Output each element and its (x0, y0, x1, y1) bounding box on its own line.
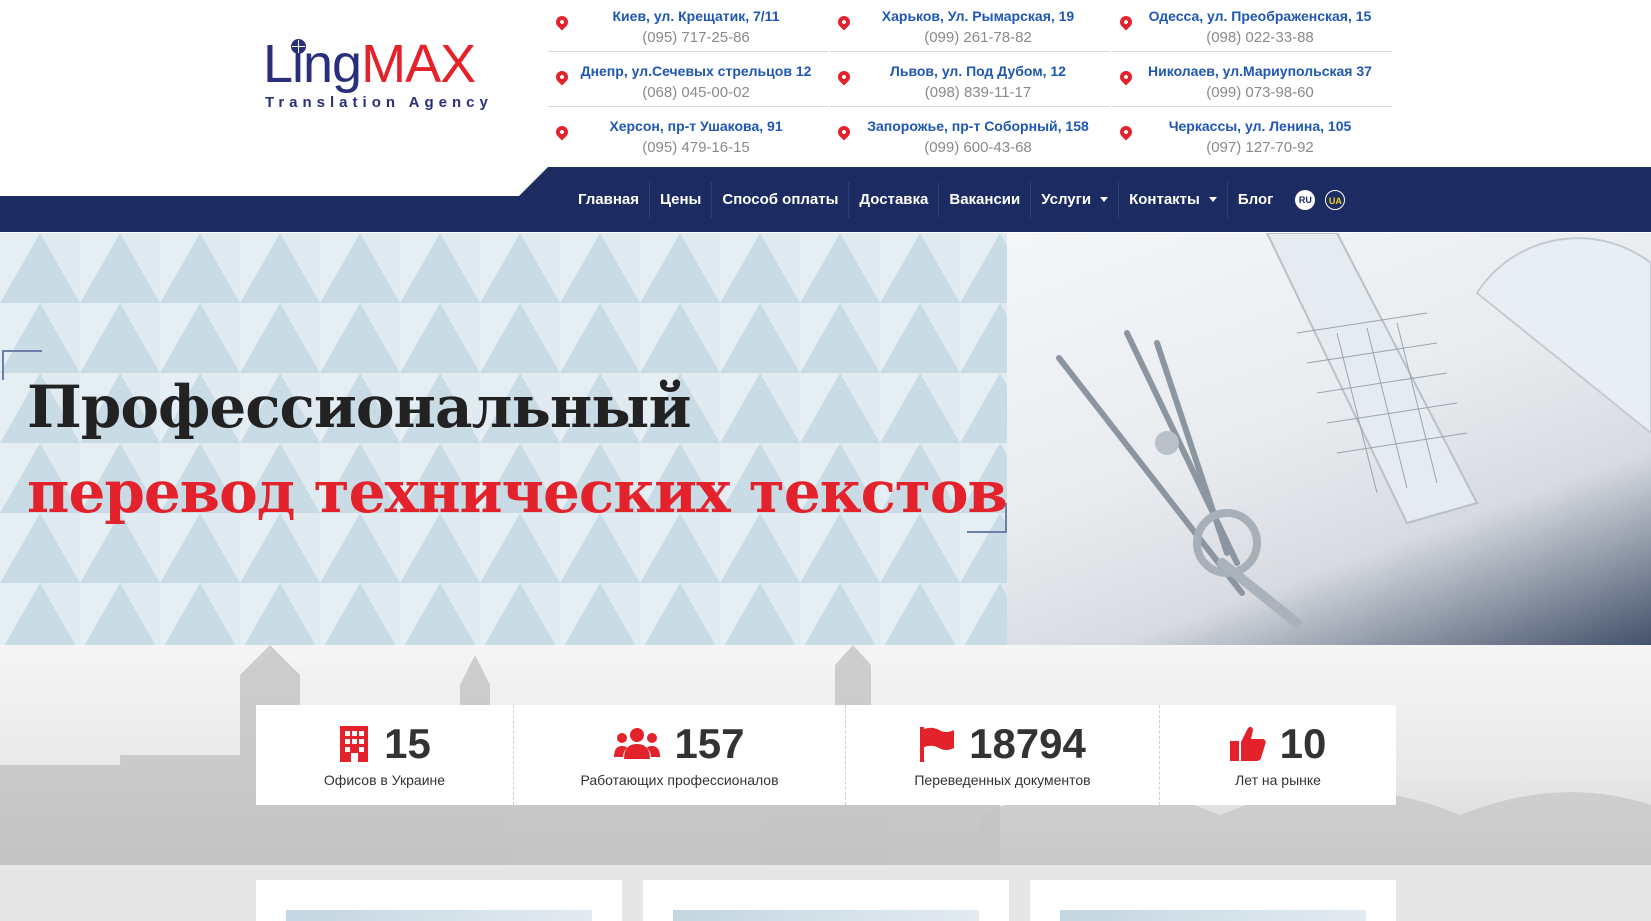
contact-phone[interactable]: (099) 073-98-60 (1112, 84, 1392, 101)
nav-delivery[interactable]: Доставка (849, 181, 940, 218)
contact-phone[interactable]: (097) 127-70-92 (1112, 139, 1392, 156)
contact-address[interactable]: Запорожье, пр-т Соборный, 158 (830, 118, 1110, 134)
nav-services[interactable]: Услуги (1031, 181, 1120, 218)
contact-cherkasy: Черкассы, ул. Ленина, 105 (097) 127-70-9… (1112, 110, 1392, 162)
globe-icon (291, 39, 306, 54)
nav-contacts-label: Контакты (1129, 190, 1200, 208)
stat-number: 10 (1279, 720, 1327, 767)
stat-years: 10 Лет на рынке (1160, 705, 1396, 805)
service-card[interactable] (256, 880, 622, 921)
building-icon (340, 726, 369, 762)
service-card-image (673, 910, 979, 921)
contact-phone[interactable]: (098) 022-33-88 (1112, 29, 1392, 46)
contact-address[interactable]: Львов, ул. Под Дубом, 12 (830, 63, 1110, 79)
stat-number: 15 (384, 720, 431, 767)
contact-address[interactable]: Киев, ул. Крещатик, 7/11 (548, 8, 828, 24)
contact-kharkiv: Харьков, Ул. Рымарская, 19 (099) 261-78-… (830, 0, 1110, 52)
service-card-image (1060, 910, 1366, 921)
hero-title-line2: перевод технических текстов (27, 458, 1007, 526)
contact-phone[interactable]: (099) 261-78-82 (830, 29, 1110, 46)
contact-address[interactable]: Днепр, ул.Сечевых стрельцов 12 (548, 63, 828, 79)
nav-payment[interactable]: Способ оплаты (712, 181, 850, 218)
chevron-down-icon (1100, 197, 1109, 202)
stat-label: Лет на рынке (1235, 772, 1321, 788)
hero-title-line1: Профессиональный (27, 373, 691, 441)
main-nav: Главная Цены Способ оплаты Доставка Вака… (568, 167, 1355, 232)
logo-ling: Ling (263, 34, 362, 94)
contact-mykolaiv: Николаев, ул.Мариупольская 37 (099) 073-… (1112, 55, 1392, 107)
contact-phone[interactable]: (095) 717-25-86 (548, 29, 828, 46)
contact-address[interactable]: Николаев, ул.Мариупольская 37 (1112, 63, 1392, 79)
users-icon (614, 728, 661, 759)
contact-kherson: Херсон, пр-т Ушакова, 91 (095) 479-16-15 (548, 110, 828, 162)
contact-dnipro: Днепр, ул.Сечевых стрельцов 12 (068) 045… (548, 55, 828, 107)
navbar-slope (518, 167, 548, 197)
contact-phone[interactable]: (099) 600-43-68 (830, 139, 1110, 156)
nav-blog[interactable]: Блог (1228, 182, 1284, 218)
contact-address[interactable]: Херсон, пр-т Ушакова, 91 (548, 118, 828, 134)
contact-zaporizhzhia: Запорожье, пр-т Соборный, 158 (099) 600-… (830, 110, 1110, 162)
logo-tagline: Translation Agency (265, 94, 493, 111)
hero-banner: Профессиональный перевод технических тек… (0, 233, 1651, 645)
stat-documents: 18794 Переведенных документов (846, 705, 1160, 805)
contact-phone[interactable]: (068) 045-00-02 (548, 84, 828, 101)
contact-address[interactable]: Черкассы, ул. Ленина, 105 (1112, 118, 1392, 134)
nav-contacts[interactable]: Контакты (1119, 181, 1228, 218)
drafting-tools-illustration (1056, 233, 1651, 628)
logo-wordmark: LingMAX (263, 36, 513, 92)
hero-pattern-panel: Профессиональный перевод технических тек… (0, 233, 1007, 645)
stat-label: Работающих профессионалов (580, 772, 779, 788)
stat-label: Офисов в Украине (323, 772, 446, 788)
service-card-image (286, 910, 592, 921)
nav-services-label: Услуги (1041, 190, 1092, 208)
contact-lviv: Львов, ул. Под Дубом, 12 (098) 839-11-17 (830, 55, 1110, 107)
lang-ua-button[interactable]: UA (1325, 189, 1346, 210)
nav-vacancies[interactable]: Вакансии (939, 181, 1032, 218)
service-card[interactable] (1030, 880, 1396, 921)
logo[interactable]: LingMAX Translation Agency (263, 36, 513, 132)
contact-address[interactable]: Харьков, Ул. Рымарская, 19 (830, 8, 1110, 24)
chevron-down-icon (1208, 197, 1217, 202)
stat-offices: 15 Офисов в Украине (256, 705, 514, 805)
logo-max: MAX (361, 34, 476, 94)
contact-phone[interactable]: (095) 479-16-15 (548, 139, 828, 156)
contact-kiev: Киев, ул. Крещатик, 7/11 (095) 717-25-86 (548, 0, 828, 52)
stat-number: 157 (674, 720, 745, 767)
nav-prices[interactable]: Цены (650, 181, 713, 218)
stat-number: 18794 (969, 720, 1086, 767)
thumbs-up-icon (1229, 726, 1266, 761)
hero-photo (1007, 233, 1651, 645)
stat-label: Переведенных документов (914, 772, 1091, 788)
flag-icon (920, 727, 955, 762)
service-card[interactable] (643, 880, 1009, 921)
stats-panel: 15 Офисов в Украине 157 Работающих профе… (256, 705, 1396, 805)
contact-odesa: Одесса, ул. Преображенская, 15 (098) 022… (1112, 0, 1392, 52)
nav-home[interactable]: Главная (568, 181, 651, 218)
stat-professionals: 157 Работающих профессионалов (514, 705, 846, 805)
contact-address[interactable]: Одесса, ул. Преображенская, 15 (1112, 8, 1392, 24)
lang-ru-button[interactable]: RU (1295, 189, 1316, 210)
contact-phone[interactable]: (098) 839-11-17 (830, 84, 1110, 101)
